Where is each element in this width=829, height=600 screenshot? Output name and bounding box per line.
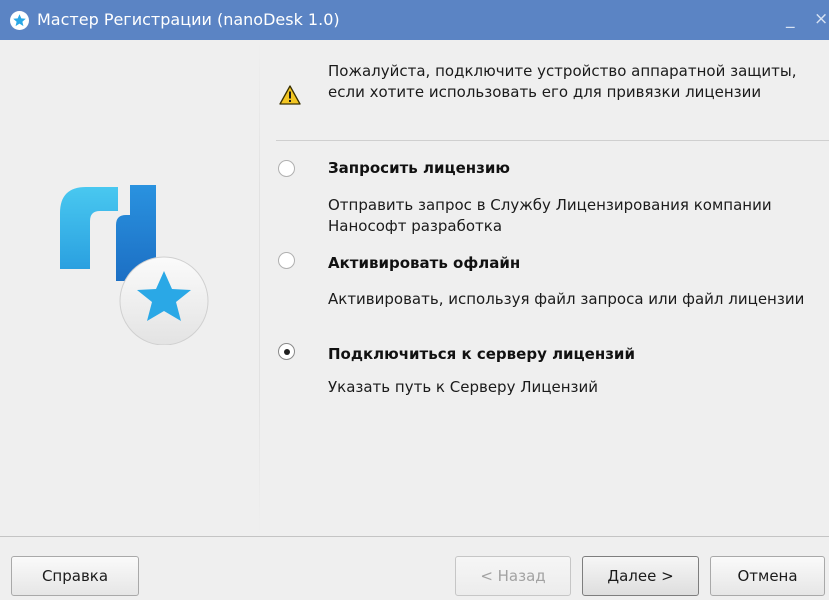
panel-divider	[259, 40, 260, 536]
close-button[interactable]: ×	[814, 8, 828, 30]
option-activate-offline-description: Активировать, используя файл запроса или…	[328, 290, 805, 308]
nanodesk-logo-icon	[58, 183, 218, 349]
option-connect-license-server-label[interactable]: Подключиться к серверу лицензий	[328, 344, 635, 364]
window-title: Мастер Регистрации (nanoDesk 1.0)	[37, 10, 340, 29]
title-bar[interactable]: Мастер Регистрации (nanoDesk 1.0) _ ×	[0, 0, 829, 40]
option-connect-license-server-description: Указать путь к Серверу Лицензий	[328, 378, 598, 396]
minimize-button[interactable]: _	[786, 8, 795, 30]
radio-request-license[interactable]	[278, 160, 295, 177]
option-request-license-label[interactable]: Запросить лицензию	[328, 158, 510, 178]
option-request-license-description: Отправить запрос в Службу Лицензирования…	[328, 196, 772, 235]
app-star-icon	[10, 11, 29, 30]
radio-connect-license-server[interactable]	[278, 343, 295, 360]
radio-activate-offline[interactable]	[278, 252, 295, 269]
radio-selected-dot	[283, 348, 290, 355]
registration-wizard-window: Мастер Регистрации (nanoDesk 1.0) _ × По…	[0, 0, 829, 600]
back-button[interactable]: < Назад	[455, 556, 571, 596]
content-separator	[276, 140, 829, 141]
cancel-button[interactable]: Отмена	[710, 556, 825, 596]
help-button[interactable]: Справка	[11, 556, 139, 596]
warning-triangle-icon	[279, 85, 301, 109]
footer-separator	[0, 536, 829, 537]
wizard-content	[262, 40, 829, 536]
option-activate-offline-label[interactable]: Активировать офлайн	[328, 253, 520, 273]
next-button[interactable]: Далее >	[582, 556, 699, 596]
hardware-key-warning: Пожалуйста, подключите устройство аппара…	[328, 62, 797, 101]
